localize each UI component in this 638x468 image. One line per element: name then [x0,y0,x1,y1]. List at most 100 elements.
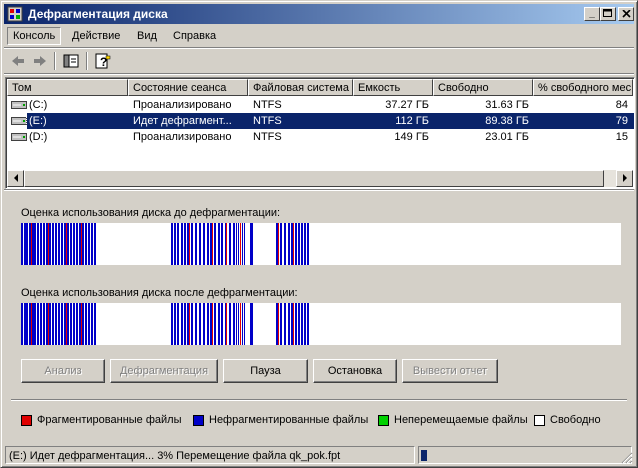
before-map-canvas [21,223,309,265]
before-defrag-map [21,223,621,265]
back-arrow-icon[interactable] [8,51,28,71]
cluster-block [76,223,78,265]
cluster-block [212,223,213,265]
column-header-capacity[interactable]: Емкость [353,79,433,96]
defrag-window: Дефрагментация диска _ Консоль Действие … [0,0,638,468]
column-header-file-system[interactable]: Файловая система [248,79,353,96]
fragmented-legend-label: Фрагментированные файлы [37,414,182,426]
before-defrag-label: Оценка использования диска до дефрагмент… [21,207,281,219]
cluster-block [49,303,51,345]
close-button[interactable] [618,7,634,21]
cluster-block [174,303,176,345]
cluster-block [61,303,63,345]
unmovable-swatch [378,415,389,426]
show-hide-console-tree-icon[interactable] [61,51,81,71]
scroll-left-button[interactable] [7,170,24,187]
cluster-block [250,223,253,265]
cluster-block [21,223,23,265]
volume-percent-free: 84 [615,99,628,111]
title-bar[interactable]: Дефрагментация диска _ [4,4,634,24]
scroll-right-button[interactable] [616,170,633,187]
cluster-block [210,223,212,265]
cluster-block [203,223,205,265]
cluster-block [37,223,39,265]
cluster-block [236,223,237,265]
cluster-block [66,223,67,265]
forward-arrow-icon[interactable] [30,51,50,71]
pause-button[interactable]: Пауза [223,359,308,383]
cluster-block [58,223,60,265]
cluster-block [199,223,201,265]
volume-name: (D:) [29,131,48,143]
cluster-block [280,223,282,265]
cluster-block [21,303,23,345]
cluster-block [174,223,176,265]
cluster-block [276,303,278,345]
cluster-block [229,303,231,345]
volume-row-d[interactable]: (D:) Проанализировано NTFS 149 ГБ 23.01 … [6,129,634,145]
cluster-block [236,303,237,345]
volume-row-c[interactable]: (C:) Проанализировано NTFS 37.27 ГБ 31.6… [6,97,634,113]
cluster-block [195,223,197,265]
cluster-block [221,303,223,345]
view-report-button[interactable]: Вывести отчет [402,359,498,383]
defragment-button[interactable]: Дефрагментация [110,359,218,383]
volume-list[interactable]: Том Состояние сеанса Файловая система Ем… [5,77,635,189]
cluster-block [199,303,201,345]
cluster-block [187,303,189,345]
cluster-block [291,223,293,265]
cluster-block [301,303,303,345]
volume-name: (E:) [26,112,127,130]
scroll-thumb[interactable] [24,170,604,187]
unmovable-legend-label: Неперемещаемые файлы [394,414,528,426]
cluster-block [291,303,293,345]
cluster-block [24,223,26,265]
column-header-free[interactable]: Свободно [433,79,533,96]
legend-divider [11,399,627,401]
stop-button[interactable]: Остановка [313,359,397,383]
horizontal-scrollbar[interactable] [7,170,633,187]
minimize-button[interactable]: _ [584,7,600,21]
cluster-block [191,223,193,265]
resize-grip-icon[interactable] [621,452,633,464]
menu-view[interactable]: Вид [132,28,162,44]
cluster-block [278,223,279,265]
volume-free: 23.01 ГБ [485,131,529,143]
volume-free: 89.38 ГБ [434,113,529,129]
cluster-block [307,223,309,265]
cluster-block [229,223,231,265]
toolbar-bottom-divider [4,73,634,75]
volume-row-e[interactable]: (E:) Идет дефрагмент... NTFS 112 ГБ 89.3… [6,112,634,130]
analyze-button[interactable]: Анализ [21,359,105,383]
volume-fs: NTFS [253,99,282,111]
cluster-block [46,303,48,345]
cluster-block [288,303,290,345]
column-header-percent-free[interactable]: % свободного мес [533,79,633,96]
cluster-block [233,223,235,265]
maximize-button[interactable] [600,7,616,21]
column-header-volume[interactable]: Том [7,79,128,96]
column-header-session-status[interactable]: Состояние сеанса [128,79,248,96]
cluster-block [82,303,84,345]
drive-icon [11,117,27,125]
splitter[interactable] [4,189,634,191]
after-defrag-label: Оценка использования диска после дефрагм… [21,287,298,299]
help-icon[interactable]: ? [93,51,113,71]
cluster-block [73,223,75,265]
cluster-block [81,303,82,345]
menu-action[interactable]: Действие [67,28,125,44]
cluster-block [91,223,93,265]
defrag-app-icon [7,6,23,22]
free-legend-label: Свободно [550,414,601,426]
status-bar: (E:) Идет дефрагментация... 3% Перемещен… [4,446,634,465]
cluster-block [304,303,306,345]
menu-console[interactable]: Консоль [7,27,62,45]
cluster-block [293,223,294,265]
cluster-block [242,303,243,345]
menu-help[interactable]: Справка [168,28,221,44]
drive-icon [11,101,27,109]
cluster-block [244,303,245,345]
contiguous-swatch [193,415,204,426]
cluster-block [187,223,189,265]
cluster-block [29,223,31,265]
